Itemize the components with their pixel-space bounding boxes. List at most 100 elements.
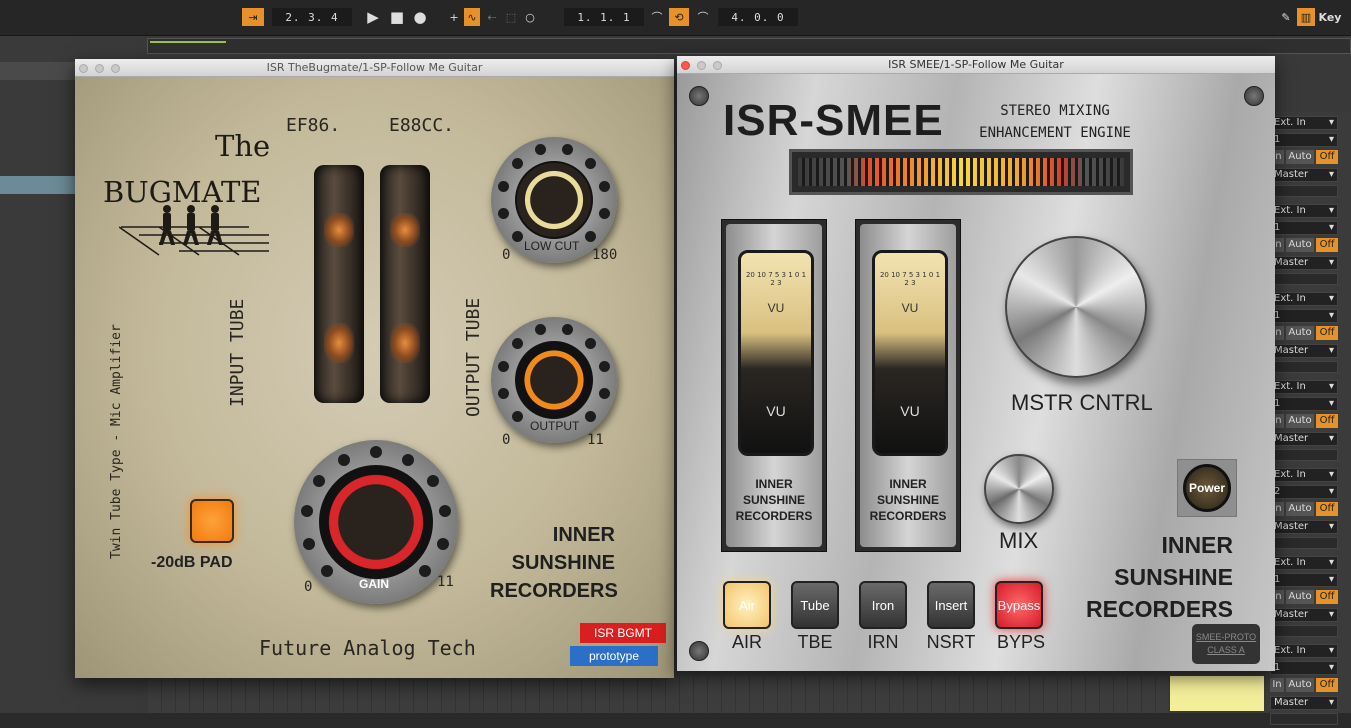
track-sends[interactable] xyxy=(1270,361,1338,373)
monitor-in-button[interactable]: In xyxy=(1270,678,1284,692)
track-sends[interactable] xyxy=(1270,273,1338,285)
input-type-select[interactable]: Ext. In xyxy=(1270,468,1338,482)
input-channel-select[interactable]: 2 xyxy=(1270,485,1338,499)
monitor-auto-button[interactable]: Auto xyxy=(1286,414,1314,428)
timeline-ruler[interactable] xyxy=(147,38,1351,54)
master-control-knob[interactable] xyxy=(1005,236,1147,378)
stop-icon[interactable]: ■ xyxy=(387,8,407,26)
output-select[interactable]: Master xyxy=(1270,168,1338,182)
punch-in-icon[interactable]: ⌒ xyxy=(647,8,667,26)
monitor-auto-button[interactable]: Auto xyxy=(1286,678,1314,692)
draw-mode-icon[interactable]: ✎ xyxy=(1278,8,1294,26)
insert-button[interactable]: Insert xyxy=(927,581,975,629)
punch-out-display[interactable]: 4. 0. 0 xyxy=(718,8,798,26)
knob-tick xyxy=(426,474,439,487)
input-channel-select[interactable]: 1 xyxy=(1270,133,1338,147)
knob-tick xyxy=(511,337,523,349)
track-sends[interactable] xyxy=(1270,713,1338,725)
input-tube xyxy=(314,165,364,403)
knob-tick xyxy=(401,453,414,466)
monitor-auto-button[interactable]: Auto xyxy=(1286,238,1314,252)
input-type-select[interactable]: Ext. In xyxy=(1270,556,1338,570)
input-channel-select[interactable]: 1 xyxy=(1270,309,1338,323)
monitor-auto-button[interactable]: Auto xyxy=(1286,150,1314,164)
punch-out-icon[interactable]: ⌒ xyxy=(693,8,713,26)
track-sends[interactable] xyxy=(1270,537,1338,549)
track-sends[interactable] xyxy=(1270,185,1338,197)
loop-switch-icon[interactable]: ⟲ xyxy=(669,8,689,26)
input-channel-select[interactable]: 1 xyxy=(1270,573,1338,587)
master-label: MSTR CNTRL xyxy=(1011,390,1153,415)
monitor-off-button[interactable]: Off xyxy=(1316,326,1338,340)
input-type-select[interactable]: Ext. In xyxy=(1270,116,1338,130)
input-type-select[interactable]: Ext. In xyxy=(1270,204,1338,218)
output-select[interactable]: Master xyxy=(1270,608,1338,622)
capture-icon[interactable]: ⬚ xyxy=(503,8,519,26)
input-channel-select[interactable]: 1 xyxy=(1270,661,1338,675)
input-type-select[interactable]: Ext. In xyxy=(1270,292,1338,306)
close-icon[interactable] xyxy=(79,64,88,73)
automation-arm-icon[interactable]: ∿ xyxy=(464,8,480,26)
monitor-off-button[interactable]: Off xyxy=(1316,238,1338,252)
monitor-off-button[interactable]: Off xyxy=(1316,414,1338,428)
overdub-icon[interactable]: + xyxy=(446,8,462,26)
track-sends[interactable] xyxy=(1270,449,1338,461)
iron-button[interactable]: Iron xyxy=(859,581,907,629)
monitor-off-button[interactable]: Off xyxy=(1316,502,1338,516)
output-select[interactable]: Master xyxy=(1270,696,1338,710)
play-icon[interactable]: ▶ xyxy=(363,8,383,26)
bugmate-window: ISR TheBugmate/1-SP-Follow Me Guitar The… xyxy=(75,59,674,678)
back-to-arrangement-icon[interactable]: ⇠ xyxy=(484,8,500,26)
close-icon[interactable] xyxy=(681,61,690,70)
mix-label: MIX xyxy=(999,528,1039,553)
track-sends[interactable] xyxy=(1270,625,1338,637)
low-cut-label: LOW CUT xyxy=(524,239,580,253)
monitor-off-button[interactable]: Off xyxy=(1316,678,1338,692)
pad-label: -20dB PAD xyxy=(151,554,233,571)
output-select[interactable]: Master xyxy=(1270,520,1338,534)
clip[interactable] xyxy=(1170,676,1264,711)
knob-tick xyxy=(598,207,610,219)
smee-panel: ISR-SMEE STEREO MIXING ENHANCEMENT ENGINE… xyxy=(677,74,1275,671)
zoom-icon[interactable] xyxy=(111,64,120,73)
minimize-icon[interactable] xyxy=(697,61,706,70)
input-channel-select[interactable]: 1 xyxy=(1270,397,1338,411)
minimize-icon[interactable] xyxy=(95,64,104,73)
pad-button[interactable] xyxy=(190,499,234,543)
input-type-select[interactable]: Ext. In xyxy=(1270,380,1338,394)
loop-brace[interactable] xyxy=(150,41,226,43)
prototype-badge: prototype xyxy=(570,646,658,666)
mix-knob[interactable] xyxy=(984,454,1054,524)
loop-length-display[interactable]: 2. 3. 4 xyxy=(272,8,352,26)
monitor-auto-button[interactable]: Auto xyxy=(1286,590,1314,604)
power-button[interactable]: Power xyxy=(1177,459,1237,517)
output-select[interactable]: Master xyxy=(1270,256,1338,270)
input-channel-select[interactable]: 1 xyxy=(1270,221,1338,235)
knob-tick xyxy=(585,411,597,423)
bypass-button[interactable]: Bypass xyxy=(995,581,1043,629)
key-map-button[interactable]: Key xyxy=(1318,8,1342,26)
monitor-auto-button[interactable]: Auto xyxy=(1286,502,1314,516)
monitor-auto-button[interactable]: Auto xyxy=(1286,326,1314,340)
midi-keyboard-icon[interactable]: ▥ xyxy=(1297,8,1315,26)
track-io-row: Ext. In2InAutoOffMaster xyxy=(1270,468,1351,552)
tube-button[interactable]: Tube xyxy=(791,581,839,629)
input-type-select[interactable]: Ext. In xyxy=(1270,644,1338,658)
position-display[interactable]: 1. 1. 1 xyxy=(564,8,644,26)
output-select[interactable]: Master xyxy=(1270,432,1338,446)
bugmate-titlebar[interactable]: ISR TheBugmate/1-SP-Follow Me Guitar xyxy=(75,59,674,77)
clip-lane[interactable] xyxy=(148,676,1168,713)
gain-max: 11 xyxy=(437,574,454,590)
monitor-off-button[interactable]: Off xyxy=(1316,150,1338,164)
session-record-icon[interactable]: ○ xyxy=(522,8,538,26)
smee-logo: ISR-SMEE xyxy=(723,96,944,145)
air-button[interactable]: Air xyxy=(723,581,771,629)
follow-icon[interactable]: ⇥ xyxy=(242,8,264,26)
monitor-off-button[interactable]: Off xyxy=(1316,590,1338,604)
smee-titlebar[interactable]: ISR SMEE/1-SP-Follow Me Guitar xyxy=(677,56,1275,74)
output-select[interactable]: Master xyxy=(1270,344,1338,358)
led-meter xyxy=(789,149,1133,195)
zoom-icon[interactable] xyxy=(713,61,722,70)
screw-icon xyxy=(689,641,709,661)
record-icon[interactable]: ● xyxy=(410,8,430,26)
